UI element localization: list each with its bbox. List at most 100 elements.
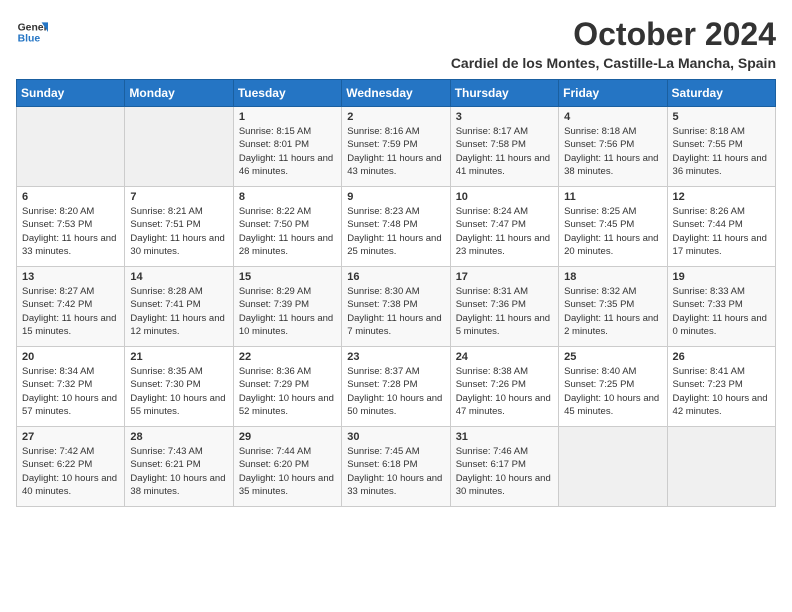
day-header-thursday: Thursday: [450, 80, 558, 107]
calendar-cell: [559, 427, 667, 507]
day-info: Sunrise: 8:15 AM Sunset: 8:01 PM Dayligh…: [239, 125, 336, 178]
day-info: Sunrise: 8:38 AM Sunset: 7:26 PM Dayligh…: [456, 365, 553, 418]
day-header-tuesday: Tuesday: [233, 80, 341, 107]
day-number: 23: [347, 351, 444, 363]
day-info: Sunrise: 7:46 AM Sunset: 6:17 PM Dayligh…: [456, 445, 553, 498]
calendar-cell: 7Sunrise: 8:21 AM Sunset: 7:51 PM Daylig…: [125, 187, 233, 267]
day-info: Sunrise: 8:25 AM Sunset: 7:45 PM Dayligh…: [564, 205, 661, 258]
day-info: Sunrise: 7:43 AM Sunset: 6:21 PM Dayligh…: [130, 445, 227, 498]
day-number: 8: [239, 191, 336, 203]
calendar-cell: 5 Sunrise: 8:18 AM Sunset: 7:55 PM Daylig…: [667, 107, 775, 187]
calendar-cell: 30 Sunrise: 7:45 AM Sunset: 6:18 PM Dayli…: [342, 427, 450, 507]
day-number: 15: [239, 271, 336, 283]
day-info: Sunrise: 8:28 AM Sunset: 7:41 PM Dayligh…: [130, 285, 227, 338]
calendar-cell: 28 Sunrise: 7:43 AM Sunset: 6:21 PM Dayli…: [125, 427, 233, 507]
day-number: 5: [673, 111, 770, 123]
day-info: Sunrise: 8:17 AM Sunset: 7:58 PM Dayligh…: [456, 125, 553, 178]
day-info: Sunrise: 8:32 AM Sunset: 7:35 PM Dayligh…: [564, 285, 661, 338]
calendar-table: SundayMondayTuesdayWednesdayThursdayFrid…: [16, 79, 776, 507]
calendar-cell: 13 Sunrise: 8:27 AM Sunset: 7:42 PM Dayli…: [17, 267, 125, 347]
calendar-cell: 31 Sunrise: 7:46 AM Sunset: 6:17 PM Dayli…: [450, 427, 558, 507]
day-number: 2: [347, 111, 444, 123]
day-number: 17: [456, 271, 553, 283]
day-info: Sunrise: 8:40 AM Sunset: 7:25 PM Dayligh…: [564, 365, 661, 418]
day-info: Sunrise: 8:21 AM Sunset: 7:51 PM Dayligh…: [130, 205, 227, 258]
calendar-cell: 15 Sunrise: 8:29 AM Sunset: 7:39 PM Dayli…: [233, 267, 341, 347]
day-number: 11: [564, 191, 661, 203]
day-info: Sunrise: 8:29 AM Sunset: 7:39 PM Dayligh…: [239, 285, 336, 338]
day-number: 27: [22, 431, 119, 443]
calendar-cell: 29 Sunrise: 7:44 AM Sunset: 6:20 PM Dayli…: [233, 427, 341, 507]
calendar-cell: 27Sunrise: 7:42 AM Sunset: 6:22 PM Dayli…: [17, 427, 125, 507]
day-info: Sunrise: 8:30 AM Sunset: 7:38 PM Dayligh…: [347, 285, 444, 338]
day-number: 29: [239, 431, 336, 443]
day-header-friday: Friday: [559, 80, 667, 107]
calendar-cell: 18Sunrise: 8:32 AM Sunset: 7:35 PM Dayli…: [559, 267, 667, 347]
calendar-cell: 16 Sunrise: 8:30 AM Sunset: 7:38 PM Dayli…: [342, 267, 450, 347]
day-info: Sunrise: 8:23 AM Sunset: 7:48 PM Dayligh…: [347, 205, 444, 258]
calendar-cell: [667, 427, 775, 507]
day-number: 19: [673, 271, 770, 283]
day-number: 14: [130, 271, 227, 283]
calendar-cell: 6 Sunrise: 8:20 AM Sunset: 7:53 PM Daylig…: [17, 187, 125, 267]
calendar-cell: 11 Sunrise: 8:25 AM Sunset: 7:45 PM Dayli…: [559, 187, 667, 267]
day-number: 6: [22, 191, 119, 203]
day-info: Sunrise: 8:36 AM Sunset: 7:29 PM Dayligh…: [239, 365, 336, 418]
calendar-cell: 14 Sunrise: 8:28 AM Sunset: 7:41 PM Dayli…: [125, 267, 233, 347]
month-year: October 2024: [451, 16, 776, 53]
calendar-cell: 9Sunrise: 8:23 AM Sunset: 7:48 PM Daylig…: [342, 187, 450, 267]
calendar-cell: 23 Sunrise: 8:37 AM Sunset: 7:28 PM Dayli…: [342, 347, 450, 427]
calendar-cell: 19 Sunrise: 8:33 AM Sunset: 7:33 PM Dayli…: [667, 267, 775, 347]
calendar-cell: [17, 107, 125, 187]
calendar-cell: 17 Sunrise: 8:31 AM Sunset: 7:36 PM Dayli…: [450, 267, 558, 347]
day-info: Sunrise: 8:37 AM Sunset: 7:28 PM Dayligh…: [347, 365, 444, 418]
day-info: Sunrise: 8:27 AM Sunset: 7:42 PM Dayligh…: [22, 285, 119, 338]
calendar-cell: 8 Sunrise: 8:22 AM Sunset: 7:50 PM Daylig…: [233, 187, 341, 267]
calendar-cell: 4 Sunrise: 8:18 AM Sunset: 7:56 PM Daylig…: [559, 107, 667, 187]
day-number: 16: [347, 271, 444, 283]
day-info: Sunrise: 8:41 AM Sunset: 7:23 PM Dayligh…: [673, 365, 770, 418]
calendar-cell: 3 Sunrise: 8:17 AM Sunset: 7:58 PM Daylig…: [450, 107, 558, 187]
day-number: 4: [564, 111, 661, 123]
day-info: Sunrise: 8:22 AM Sunset: 7:50 PM Dayligh…: [239, 205, 336, 258]
day-info: Sunrise: 8:31 AM Sunset: 7:36 PM Dayligh…: [456, 285, 553, 338]
logo: General Blue: [16, 16, 48, 48]
calendar-cell: 21 Sunrise: 8:35 AM Sunset: 7:30 PM Dayli…: [125, 347, 233, 427]
calendar-cell: 1 Sunrise: 8:15 AM Sunset: 8:01 PM Daylig…: [233, 107, 341, 187]
svg-text:Blue: Blue: [18, 34, 41, 45]
day-number: 22: [239, 351, 336, 363]
location: Cardiel de los Montes, Castille-La Manch…: [451, 55, 776, 71]
day-number: 1: [239, 111, 336, 123]
day-header-saturday: Saturday: [667, 80, 775, 107]
day-number: 31: [456, 431, 553, 443]
day-info: Sunrise: 8:18 AM Sunset: 7:55 PM Dayligh…: [673, 125, 770, 178]
day-number: 10: [456, 191, 553, 203]
day-number: 30: [347, 431, 444, 443]
day-number: 25: [564, 351, 661, 363]
day-info: Sunrise: 8:35 AM Sunset: 7:30 PM Dayligh…: [130, 365, 227, 418]
calendar-cell: 25 Sunrise: 8:40 AM Sunset: 7:25 PM Dayli…: [559, 347, 667, 427]
day-info: Sunrise: 7:44 AM Sunset: 6:20 PM Dayligh…: [239, 445, 336, 498]
day-info: Sunrise: 8:20 AM Sunset: 7:53 PM Dayligh…: [22, 205, 119, 258]
day-number: 20: [22, 351, 119, 363]
calendar-cell: 24 Sunrise: 8:38 AM Sunset: 7:26 PM Dayli…: [450, 347, 558, 427]
day-number: 12: [673, 191, 770, 203]
day-number: 24: [456, 351, 553, 363]
day-number: 21: [130, 351, 227, 363]
day-info: Sunrise: 8:24 AM Sunset: 7:47 PM Dayligh…: [456, 205, 553, 258]
calendar-cell: 26Sunrise: 8:41 AM Sunset: 7:23 PM Dayli…: [667, 347, 775, 427]
day-number: 3: [456, 111, 553, 123]
day-number: 28: [130, 431, 227, 443]
calendar-cell: 2Sunrise: 8:16 AM Sunset: 7:59 PM Daylig…: [342, 107, 450, 187]
calendar-cell: 10 Sunrise: 8:24 AM Sunset: 7:47 PM Dayli…: [450, 187, 558, 267]
day-info: Sunrise: 8:26 AM Sunset: 7:44 PM Dayligh…: [673, 205, 770, 258]
day-number: 13: [22, 271, 119, 283]
day-header-sunday: Sunday: [17, 80, 125, 107]
day-info: Sunrise: 8:18 AM Sunset: 7:56 PM Dayligh…: [564, 125, 661, 178]
calendar-cell: 20Sunrise: 8:34 AM Sunset: 7:32 PM Dayli…: [17, 347, 125, 427]
calendar-cell: 12 Sunrise: 8:26 AM Sunset: 7:44 PM Dayli…: [667, 187, 775, 267]
day-info: Sunrise: 8:33 AM Sunset: 7:33 PM Dayligh…: [673, 285, 770, 338]
title-block: October 2024 Cardiel de los Montes, Cast…: [451, 16, 776, 71]
day-info: Sunrise: 7:45 AM Sunset: 6:18 PM Dayligh…: [347, 445, 444, 498]
day-header-wednesday: Wednesday: [342, 80, 450, 107]
